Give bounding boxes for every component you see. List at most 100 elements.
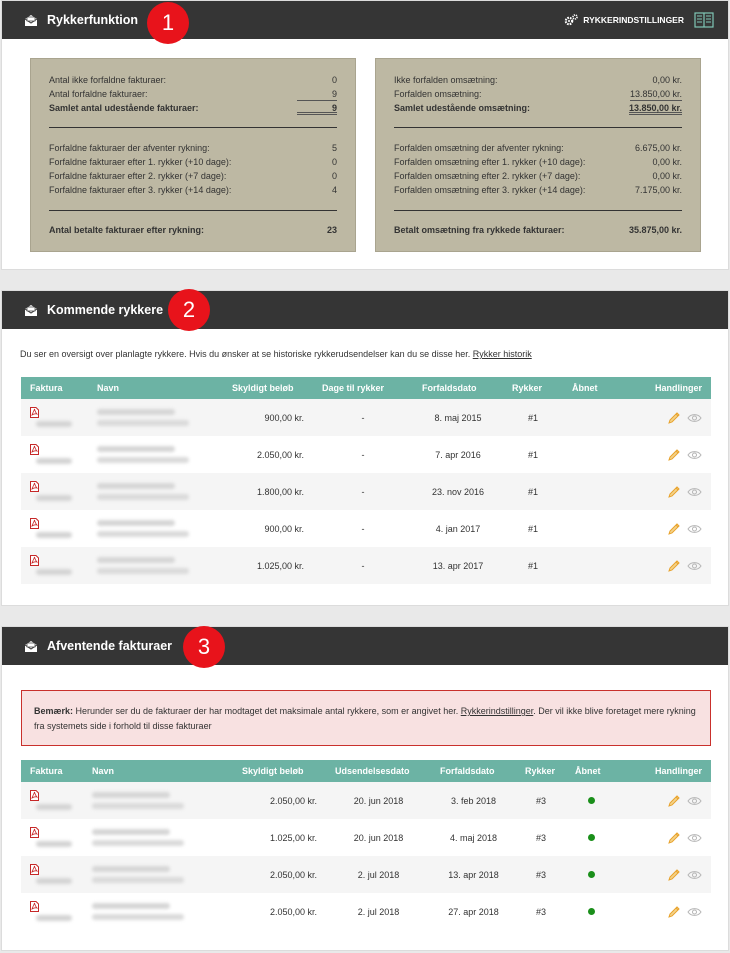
reminder-history-link[interactable]: Rykker historik xyxy=(473,349,532,359)
col-header[interactable]: Skyldigt beløb xyxy=(223,377,313,399)
col-header[interactable]: Udsendelsesdato xyxy=(326,760,431,782)
col-header[interactable]: Åbnet xyxy=(566,760,616,782)
annotation-badge: 3 xyxy=(183,626,225,668)
pdf-icon[interactable] xyxy=(30,518,39,530)
amount-cell: 900,00 kr. xyxy=(264,523,304,534)
eye-icon[interactable] xyxy=(687,906,702,918)
invoice-cell xyxy=(21,856,83,893)
panel-title: Afventende fakturaer xyxy=(47,639,173,653)
amount-cell: 2.050,00 kr. xyxy=(233,856,326,893)
col-header[interactable]: Navn xyxy=(83,760,233,782)
eye-icon[interactable] xyxy=(687,832,702,844)
pencil-icon[interactable] xyxy=(667,794,681,808)
days-cell: - xyxy=(313,399,413,436)
invoice-cell xyxy=(21,399,88,436)
col-header[interactable]: Faktura xyxy=(21,377,88,399)
pdf-icon[interactable] xyxy=(30,790,39,802)
reminder-cell: #3 xyxy=(516,782,566,819)
due-date-cell: 13. apr 2017 xyxy=(413,547,503,584)
panel-title: Kommende rykkere xyxy=(47,303,164,317)
name-cell xyxy=(83,819,233,856)
pdf-icon[interactable] xyxy=(30,407,39,419)
panel-header: Afventende fakturaer xyxy=(2,627,728,665)
eye-icon[interactable] xyxy=(687,523,702,535)
opened-cell xyxy=(563,436,618,473)
customer-name-redacted xyxy=(97,520,175,526)
pencil-icon[interactable] xyxy=(667,868,681,882)
col-header[interactable]: Faktura xyxy=(21,760,83,782)
customer-email-redacted xyxy=(97,494,189,500)
eye-icon[interactable] xyxy=(687,795,702,807)
pdf-icon[interactable] xyxy=(30,901,39,913)
eye-icon[interactable] xyxy=(687,412,702,424)
name-cell xyxy=(88,473,223,510)
col-header[interactable]: Skyldigt beløb xyxy=(233,760,326,782)
pending-invoices-table: Faktura Navn Skyldigt beløb Udsendelsesd… xyxy=(21,760,711,930)
opened-cell xyxy=(563,510,618,547)
pdf-icon[interactable] xyxy=(30,864,39,876)
pdf-icon[interactable] xyxy=(30,555,39,567)
envelope-open-icon xyxy=(24,15,38,26)
reminder-cell: #1 xyxy=(503,547,563,584)
settings-link[interactable]: RYKKERINDSTILLINGER xyxy=(583,1,684,39)
pdf-icon[interactable] xyxy=(30,444,39,456)
table-row: 2.050,00 kr. - 7. apr 2016 #1 xyxy=(21,436,711,473)
table-header-row: Faktura Navn Skyldigt beløb Udsendelsesd… xyxy=(21,760,711,782)
eye-icon[interactable] xyxy=(687,449,702,461)
col-header[interactable]: Dage til rykker xyxy=(313,377,413,399)
eye-icon[interactable] xyxy=(687,560,702,572)
annotation-badge: 1 xyxy=(147,2,189,44)
stat-row: Forfaldne fakturaer efter 1. rykker (+10… xyxy=(49,157,337,167)
opened-indicator xyxy=(587,907,595,915)
reminder-cell: #3 xyxy=(535,906,546,917)
days-cell: - xyxy=(361,449,365,460)
pencil-icon[interactable] xyxy=(667,831,681,845)
pencil-icon[interactable] xyxy=(667,485,681,499)
amount-cell: 1.800,00 kr. xyxy=(223,473,313,510)
amount-cell: 2.050,00 kr. xyxy=(269,906,317,917)
divider xyxy=(49,127,337,128)
col-header[interactable]: Navn xyxy=(88,377,223,399)
actions-cell xyxy=(616,893,711,930)
reminder-cell: #3 xyxy=(516,856,566,893)
name-cell xyxy=(88,399,223,436)
col-header[interactable]: Forfaldsdato xyxy=(431,760,516,782)
divider xyxy=(394,127,682,128)
description-text: Du ser en oversigt over planlagte rykker… xyxy=(20,349,532,359)
stat-row: Forfalden omsætning der afventer rykning… xyxy=(394,143,682,153)
eye-icon[interactable] xyxy=(687,486,702,498)
invoice-cell xyxy=(21,473,88,510)
eye-icon[interactable] xyxy=(687,869,702,881)
opened-cell xyxy=(563,399,618,436)
pdf-icon[interactable] xyxy=(30,481,39,493)
opened-cell xyxy=(563,473,618,510)
pencil-icon[interactable] xyxy=(667,411,681,425)
col-header: Handlinger xyxy=(616,760,711,782)
name-cell xyxy=(83,893,233,930)
settings-link[interactable]: Rykkerindstillinger xyxy=(461,706,534,716)
table-row: 1.025,00 kr. -13. apr 2017 #1 xyxy=(21,547,711,584)
actions-cell xyxy=(616,782,711,819)
pdf-icon[interactable] xyxy=(30,827,39,839)
col-header[interactable]: Forfaldsdato xyxy=(413,377,503,399)
due-date-cell: 4. jan 2017 xyxy=(435,523,481,534)
col-header[interactable]: Rykker xyxy=(503,377,563,399)
book-icon[interactable] xyxy=(694,12,714,28)
reminder-cell: #3 xyxy=(535,832,546,843)
sent-date-cell: 2. jul 2018 xyxy=(326,856,431,893)
opened-indicator xyxy=(587,870,595,878)
notice-alert: Bemærk: Herunder ser du de fakturaer der… xyxy=(21,690,711,746)
name-cell xyxy=(83,856,233,893)
col-header[interactable]: Rykker xyxy=(516,760,566,782)
amount-cell: 2.050,00 kr. xyxy=(256,449,304,460)
actions-cell xyxy=(618,547,711,584)
pencil-icon[interactable] xyxy=(667,522,681,536)
due-date-cell: 3. feb 2018 xyxy=(431,782,516,819)
opened-cell xyxy=(566,819,616,856)
pencil-icon[interactable] xyxy=(667,448,681,462)
envelope-open-icon xyxy=(24,641,38,652)
col-header[interactable]: Åbnet xyxy=(563,377,618,399)
gear-icon[interactable] xyxy=(564,13,578,27)
pencil-icon[interactable] xyxy=(667,559,681,573)
pencil-icon[interactable] xyxy=(667,905,681,919)
